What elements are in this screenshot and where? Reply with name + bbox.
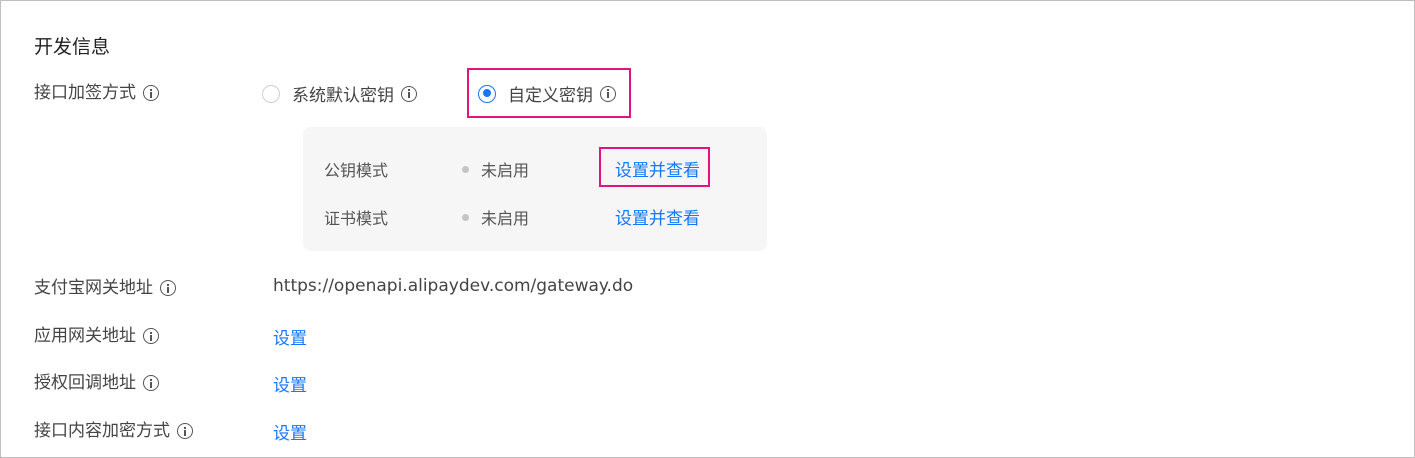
sign-method-row-label: 接口加签方式 xyxy=(34,81,159,105)
mode-label-public-key: 公钥模式 xyxy=(324,161,389,180)
encrypt-method-row-label: 接口内容加密方式 xyxy=(34,419,193,443)
auth-callback-set-link[interactable]: 设置 xyxy=(273,371,307,396)
auth-callback-row-label: 授权回调地址 xyxy=(34,371,159,395)
info-icon[interactable] xyxy=(143,328,159,344)
status-dot-icon xyxy=(462,213,469,221)
info-icon[interactable] xyxy=(401,85,417,102)
sign-method-label: 接口加签方式 xyxy=(34,83,136,103)
app-gateway-label: 应用网关地址 xyxy=(34,326,136,346)
dev-info-card: 开发信息 接口加签方式 系统默认密钥 自定义密钥 公钥模式 未启用 设置并查看 … xyxy=(0,0,1415,458)
status-text: 未启用 xyxy=(481,161,530,180)
set-and-view-link-public-key[interactable]: 设置并查看 xyxy=(615,156,700,181)
status-certificate: 未启用 xyxy=(462,205,529,229)
status-text: 未启用 xyxy=(481,209,530,228)
radio-system-default-key[interactable]: 系统默认密钥 xyxy=(262,81,417,106)
status-public-key: 未启用 xyxy=(462,157,529,181)
info-icon[interactable] xyxy=(600,85,616,102)
alipay-gateway-url: https://openapi.alipaydev.com/gateway.do xyxy=(273,276,634,296)
encrypt-method-set-link[interactable]: 设置 xyxy=(273,419,307,444)
auth-callback-label: 授权回调地址 xyxy=(34,373,136,393)
alipay-gateway-label: 支付宝网关地址 xyxy=(34,278,153,298)
mode-label-certificate: 证书模式 xyxy=(324,209,389,228)
info-icon[interactable] xyxy=(177,423,193,439)
radio-button-checked[interactable] xyxy=(478,84,496,103)
info-icon[interactable] xyxy=(143,375,159,391)
info-icon[interactable] xyxy=(143,85,159,101)
encrypt-method-label: 接口内容加密方式 xyxy=(34,421,170,441)
app-gateway-row-label: 应用网关地址 xyxy=(34,324,159,348)
radio-label-custom: 自定义密钥 xyxy=(508,86,593,106)
radio-button-unchecked[interactable] xyxy=(262,84,280,103)
radio-label-system-default: 系统默认密钥 xyxy=(292,86,394,106)
alipay-gateway-row-label: 支付宝网关地址 xyxy=(34,276,176,300)
set-and-view-link-certificate[interactable]: 设置并查看 xyxy=(615,204,700,229)
info-icon[interactable] xyxy=(160,280,176,296)
key-mode-panel xyxy=(303,127,767,251)
status-dot-icon xyxy=(462,165,469,173)
radio-custom-key[interactable]: 自定义密钥 xyxy=(478,81,616,106)
app-gateway-set-link[interactable]: 设置 xyxy=(273,324,307,349)
section-title: 开发信息 xyxy=(34,36,111,58)
